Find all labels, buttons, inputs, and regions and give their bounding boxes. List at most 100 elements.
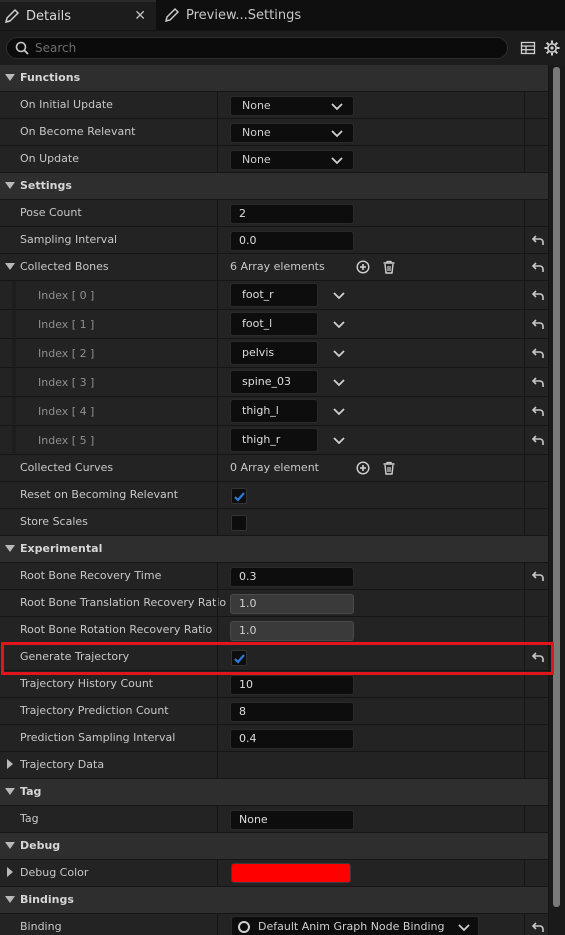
chevron-down-icon[interactable] <box>333 292 345 300</box>
function-dropdown[interactable]: None <box>230 150 354 170</box>
expand-caret-icon[interactable] <box>7 867 13 877</box>
recovery-time-field[interactable]: 0.3 <box>230 567 354 587</box>
property-store-scales: Store Scales <box>0 509 548 536</box>
tab-bar: Details ✕ Preview...Settings <box>0 0 565 30</box>
property-prediction-sampling-interval: Prediction Sampling Interval 0.4 <box>0 725 548 752</box>
bone-name-field[interactable]: pelvis <box>230 341 318 365</box>
close-icon[interactable]: ✕ <box>134 8 146 24</box>
reset-to-default-icon[interactable] <box>531 435 545 447</box>
tab-label: Preview...Settings <box>186 7 302 23</box>
tab-label: Details <box>26 8 72 24</box>
property-label: Root Bone Rotation Recovery Ratio <box>20 623 213 636</box>
expand-caret-icon[interactable] <box>5 545 15 552</box>
checkbox-unchecked[interactable] <box>231 515 247 531</box>
property-collected-bones: Collected Bones 6 Array elements <box>0 254 548 281</box>
chevron-down-icon <box>331 130 343 138</box>
checkbox-checked[interactable] <box>231 488 247 504</box>
add-element-icon[interactable] <box>356 461 370 475</box>
dropdown-value: None <box>242 99 271 112</box>
reset-to-default-icon[interactable] <box>531 571 545 583</box>
tag-field[interactable]: None <box>230 810 354 830</box>
prediction-sampling-field[interactable]: 0.4 <box>230 729 354 749</box>
reset-to-default-icon[interactable] <box>531 348 545 360</box>
category-functions[interactable]: Functions <box>0 65 548 92</box>
chevron-down-icon[interactable] <box>333 437 345 445</box>
prediction-count-field[interactable]: 8 <box>230 702 354 722</box>
property-label: On Update <box>20 152 79 165</box>
array-element-row: Index [ 1 ] foot_l <box>0 310 548 339</box>
trash-icon[interactable] <box>382 260 396 274</box>
expand-caret-icon[interactable] <box>5 263 15 270</box>
details-panel: Functions On Initial Update None On Beco… <box>0 65 548 935</box>
bone-name-field[interactable]: spine_03 <box>230 370 318 394</box>
function-dropdown[interactable]: None <box>230 123 354 143</box>
reset-to-default-icon[interactable] <box>531 319 545 331</box>
expand-caret-icon[interactable] <box>7 759 13 769</box>
property-label: Root Bone Translation Recovery Ratio <box>20 596 227 609</box>
property-trajectory-history-count: Trajectory History Count 10 <box>0 671 548 698</box>
reset-to-default-icon[interactable] <box>531 377 545 389</box>
pencil-icon <box>4 8 20 24</box>
binding-dropdown[interactable]: Default Anim Graph Node Binding <box>231 916 479 935</box>
property-on-initial-update: On Initial Update None <box>0 92 548 119</box>
property-label: Pose Count <box>20 206 82 219</box>
sampling-interval-field[interactable]: 0.0 <box>230 231 354 251</box>
property-debug-color: Debug Color <box>0 860 548 887</box>
bone-name-field[interactable]: foot_l <box>230 312 318 336</box>
add-element-icon[interactable] <box>356 260 370 274</box>
pose-count-field[interactable]: 2 <box>230 204 354 224</box>
chevron-down-icon <box>331 157 343 165</box>
tab-preview-settings[interactable]: Preview...Settings <box>160 0 360 30</box>
search-input[interactable] <box>35 41 475 55</box>
trash-icon[interactable] <box>382 461 396 475</box>
chevron-down-icon[interactable] <box>333 408 345 416</box>
property-tag: Tag None <box>0 806 548 833</box>
property-label: Prediction Sampling Interval <box>20 731 176 744</box>
dropdown-value: Default Anim Graph Node Binding <box>258 920 445 933</box>
category-experimental[interactable]: Experimental <box>0 536 548 563</box>
reset-to-default-icon[interactable] <box>531 262 545 274</box>
category-debug[interactable]: Debug <box>0 833 548 860</box>
index-label: Index [ 5 ] <box>38 434 95 447</box>
reset-to-default-icon[interactable] <box>531 235 545 247</box>
property-trajectory-prediction-count: Trajectory Prediction Count 8 <box>0 698 548 725</box>
checkmark-icon <box>234 492 245 502</box>
search-box[interactable] <box>6 37 508 59</box>
history-count-field[interactable]: 10 <box>230 675 354 695</box>
category-title: Settings <box>20 179 72 192</box>
expand-caret-icon[interactable] <box>5 842 15 849</box>
chevron-down-icon[interactable] <box>333 379 345 387</box>
index-label: Index [ 1 ] <box>38 318 95 331</box>
bone-name-field[interactable]: foot_r <box>230 283 318 307</box>
chevron-down-icon <box>458 924 470 932</box>
property-pose-count: Pose Count 2 <box>0 200 548 227</box>
translation-ratio-field: 1.0 <box>230 594 354 614</box>
category-bindings[interactable]: Bindings <box>0 887 548 914</box>
gear-icon[interactable] <box>544 40 560 56</box>
bone-name-field[interactable]: thigh_r <box>230 428 318 452</box>
chevron-down-icon[interactable] <box>333 321 345 329</box>
category-title: Debug <box>20 839 61 852</box>
property-root-bone-recovery-time: Root Bone Recovery Time 0.3 <box>0 563 548 590</box>
tab-details[interactable]: Details ✕ <box>0 0 156 30</box>
category-tag[interactable]: Tag <box>0 779 548 806</box>
color-swatch[interactable] <box>231 863 351 883</box>
table-view-icon[interactable] <box>520 40 536 56</box>
reset-to-default-icon[interactable] <box>531 406 545 418</box>
expand-caret-icon[interactable] <box>5 896 15 903</box>
function-dropdown[interactable]: None <box>230 96 354 116</box>
reset-to-default-icon[interactable] <box>531 922 545 934</box>
chevron-down-icon[interactable] <box>333 350 345 358</box>
reset-to-default-icon[interactable] <box>531 290 545 302</box>
property-label: Trajectory Data <box>20 758 105 771</box>
expand-caret-icon[interactable] <box>5 182 15 189</box>
expand-caret-icon[interactable] <box>5 74 15 81</box>
category-title: Experimental <box>20 542 103 555</box>
property-sampling-interval: Sampling Interval 0.0 <box>0 227 548 254</box>
property-label: Tag <box>20 812 39 825</box>
scrollbar-thumb[interactable] <box>553 67 560 907</box>
bone-name-field[interactable]: thigh_l <box>230 399 318 423</box>
scrollbar[interactable] <box>549 65 565 935</box>
expand-caret-icon[interactable] <box>5 788 15 795</box>
category-settings[interactable]: Settings <box>0 173 548 200</box>
